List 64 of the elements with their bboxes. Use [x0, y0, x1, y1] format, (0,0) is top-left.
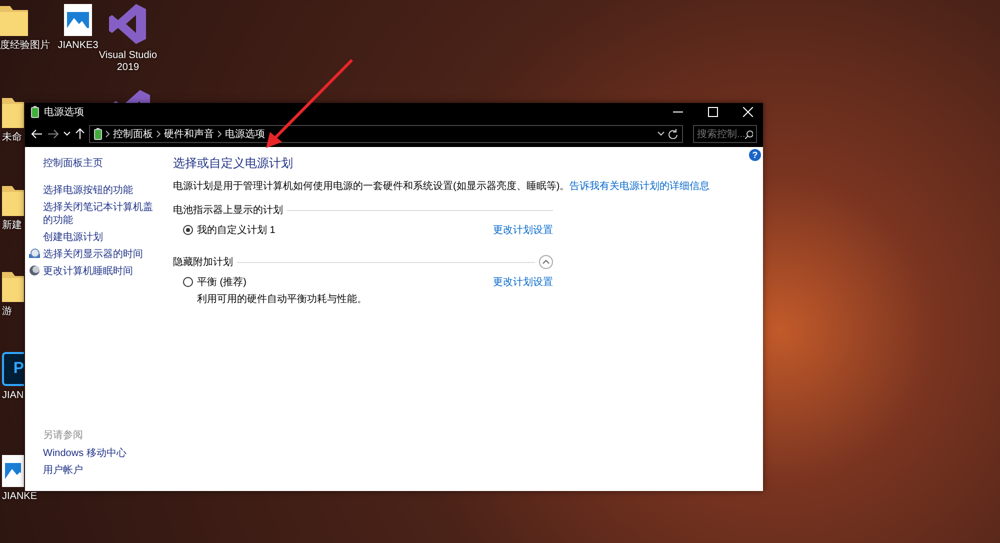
chevron-icon	[217, 130, 222, 138]
help-button[interactable]: ?	[749, 149, 761, 161]
plan-name: 我的自定义计划 1	[197, 224, 276, 237]
change-plan-settings-link[interactable]: 更改计划设置	[493, 223, 553, 237]
radio-button[interactable]	[183, 225, 193, 235]
folder-icon	[2, 186, 24, 216]
group-heading: 电池指示器上显示的计划	[173, 204, 283, 217]
refresh-icon[interactable]	[668, 129, 678, 139]
forward-arrow-icon	[47, 129, 59, 139]
plan-description: 利用可用的硬件自动平衡功耗与性能。	[196, 292, 368, 306]
folder-icon	[2, 272, 24, 302]
page-title: 选择或自定义电源计划	[173, 155, 294, 172]
change-plan-settings-link[interactable]: 更改计划设置	[493, 275, 553, 306]
monitor-clock-icon	[29, 248, 40, 259]
radio-button[interactable]	[183, 277, 193, 287]
sidebar-link[interactable]: 选择关闭显示器的时间	[43, 248, 143, 261]
up-arrow-icon	[75, 128, 85, 140]
close-icon	[743, 107, 753, 117]
sidebar-link[interactable]: 选择电源按钮的功能	[43, 184, 133, 197]
desktop-icon-label[interactable]: 游	[2, 306, 12, 318]
chevron-icon	[156, 130, 161, 138]
search-field[interactable]: 搜索控制...	[693, 125, 757, 143]
app-icon[interactable]: P	[2, 352, 24, 386]
maximize-icon	[708, 107, 718, 117]
group-heading: 隐藏附加计划	[173, 256, 233, 269]
address-bar[interactable]: 控制面板 硬件和声音 电源选项	[89, 125, 683, 143]
back-arrow-icon	[31, 129, 43, 139]
search-icon	[745, 130, 753, 138]
breadcrumb-item[interactable]: 硬件和声音	[164, 127, 214, 141]
desktop-icon-label[interactable]: JIANKE3	[58, 40, 98, 52]
image-file-icon	[64, 4, 92, 36]
help-link[interactable]: 告诉我有关电源计划的详细信息	[570, 181, 710, 192]
desktop-icon-label[interactable]: JIANKE	[2, 491, 38, 503]
sidebar-link[interactable]: 用户帐户	[43, 464, 83, 477]
plan-name: 平衡 (推荐)	[197, 276, 246, 289]
moon-icon	[29, 265, 40, 276]
breadcrumb-item[interactable]: 控制面板	[113, 127, 153, 141]
up-button[interactable]	[75, 128, 85, 140]
battery-icon	[94, 128, 102, 140]
battery-icon	[31, 106, 39, 118]
collapse-button[interactable]	[539, 255, 553, 269]
history-dropdown-button[interactable]	[63, 131, 71, 137]
description-text: 电源计划是用于管理计算机如何使用电源的一套硬件和系统设置(如显示器亮度、睡眠等)。告诉我有关电源计划的详细信息	[173, 180, 711, 193]
caret-icon	[63, 131, 71, 137]
sidebar-link[interactable]: Windows 移动中心	[43, 447, 126, 460]
window-title: 电源选项	[44, 106, 85, 119]
forward-button[interactable]	[47, 129, 59, 139]
sidebar-link[interactable]: 控制面板主页	[43, 157, 157, 170]
sidebar-link[interactable]: 创建电源计划	[43, 231, 103, 244]
desktop-icon-label[interactable]: Visual Studio 2019	[98, 50, 158, 74]
desktop-icon-label[interactable]: JIAN	[2, 390, 24, 402]
folder-icon	[0, 6, 28, 36]
desktop-icon-label[interactable]: 度经验图片	[0, 40, 50, 52]
dropdown-icon[interactable]	[657, 131, 665, 137]
desktop-icon-label[interactable]: 未命	[2, 132, 22, 144]
chevron-icon	[105, 130, 110, 138]
desktop-icon-label[interactable]: 新建	[2, 220, 22, 232]
visual-studio-icon	[108, 2, 148, 46]
folder-icon	[2, 98, 24, 128]
sidebar-link[interactable]: 更改计算机睡眠时间	[43, 265, 133, 278]
breadcrumb-item[interactable]: 电源选项	[225, 127, 265, 141]
see-also-heading: 另请参阅	[43, 428, 84, 442]
sidebar-link[interactable]: 选择关闭笔记本计算机盖的功能	[43, 201, 157, 227]
back-button[interactable]	[31, 129, 43, 139]
